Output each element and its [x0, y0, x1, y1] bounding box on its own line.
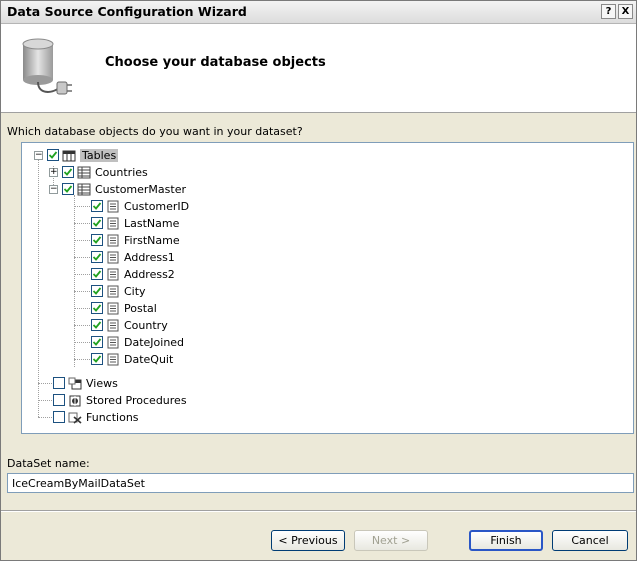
tree-label-column: FirstName [124, 233, 180, 247]
tree-label-tables: Tables [80, 148, 119, 162]
tree-node-column[interactable]: Postal [91, 300, 157, 316]
tree-label-countries: Countries [95, 165, 148, 179]
column-checkbox[interactable] [91, 268, 103, 280]
column-branch [74, 325, 90, 326]
tree-node-views[interactable]: Views [53, 375, 118, 391]
tree-label-column: City [124, 284, 146, 298]
tree-node-stored-procedures[interactable]: Stored Procedures [53, 392, 187, 408]
tree-root-connector [38, 159, 39, 417]
column-checkbox[interactable] [91, 285, 103, 297]
tree-node-column[interactable]: Country [91, 317, 168, 333]
column-icon [106, 285, 120, 298]
tree-label-column: Postal [124, 301, 157, 315]
column-branch [74, 257, 90, 258]
dataset-name-label: DataSet name: [7, 457, 90, 470]
tables-checkbox[interactable] [47, 149, 59, 161]
column-icon [106, 336, 120, 349]
tree-node-column[interactable]: DateQuit [91, 351, 173, 367]
column-checkbox[interactable] [91, 319, 103, 331]
column-branch [74, 308, 90, 309]
tree-label-column: DateQuit [124, 352, 174, 366]
database-objects-tree[interactable]: − Tables + Countries − CustomerMaster Cu… [21, 142, 634, 434]
tree-label-column: LastName [124, 216, 180, 230]
stored-procedures-icon [68, 394, 82, 407]
tree-node-customermaster[interactable]: − CustomerMaster [49, 181, 186, 197]
column-checkbox[interactable] [91, 217, 103, 229]
column-branch [74, 291, 90, 292]
views-checkbox[interactable] [53, 377, 65, 389]
help-icon[interactable]: ? [601, 4, 616, 19]
column-branch [74, 223, 90, 224]
window-title: Data Source Configuration Wizard [7, 4, 247, 19]
column-branch [74, 342, 90, 343]
tree-node-column[interactable]: Address2 [91, 266, 175, 282]
table-icon [77, 166, 91, 179]
column-checkbox[interactable] [91, 200, 103, 212]
column-branch [74, 206, 90, 207]
previous-button[interactable]: < Previous [271, 530, 345, 551]
column-branch [74, 359, 90, 360]
tree-node-tables[interactable]: − Tables [34, 147, 119, 163]
column-icon [106, 217, 120, 230]
stored-procedures-checkbox[interactable] [53, 394, 65, 406]
countries-checkbox[interactable] [62, 166, 74, 178]
column-icon [106, 200, 120, 213]
tree-node-column[interactable]: DateJoined [91, 334, 184, 350]
column-icon [106, 353, 120, 366]
tree-label-customermaster: CustomerMaster [95, 182, 186, 196]
tables-folder-icon [62, 149, 76, 162]
column-icon [106, 234, 120, 247]
tree-views-branch [38, 383, 52, 384]
tree-node-countries[interactable]: + Countries [49, 164, 148, 180]
expand-icon[interactable]: + [49, 167, 58, 177]
button-separator [1, 510, 636, 512]
objects-question-label: Which database objects do you want in yo… [7, 125, 303, 138]
column-icon [106, 302, 120, 315]
column-checkbox[interactable] [91, 353, 103, 365]
functions-icon [68, 411, 82, 424]
column-checkbox[interactable] [91, 234, 103, 246]
title-bar: Data Source Configuration Wizard ? X [1, 1, 636, 24]
customermaster-checkbox[interactable] [62, 183, 74, 195]
wizard-header: Choose your database objects [1, 24, 636, 113]
header-title: Choose your database objects [105, 55, 326, 70]
column-checkbox[interactable] [91, 336, 103, 348]
functions-checkbox[interactable] [53, 411, 65, 423]
finish-button[interactable]: Finish [469, 530, 543, 551]
tree-label-column: Address2 [124, 267, 175, 281]
tree-node-column[interactable]: CustomerID [91, 198, 189, 214]
tree-label-views: Views [86, 376, 118, 390]
column-checkbox[interactable] [91, 302, 103, 314]
collapse-icon[interactable]: − [34, 150, 43, 160]
next-button[interactable]: Next > [354, 530, 428, 551]
tree-node-functions[interactable]: Functions [53, 409, 139, 425]
column-branch [74, 274, 90, 275]
close-icon[interactable]: X [618, 4, 633, 19]
collapse-icon[interactable]: − [49, 184, 58, 194]
tree-label-column: DateJoined [124, 335, 185, 349]
tree-label-column: Country [124, 318, 168, 332]
tree-node-column[interactable]: FirstName [91, 232, 180, 248]
tree-label-column: CustomerID [124, 199, 190, 213]
column-branch [74, 240, 90, 241]
tree-label-column: Address1 [124, 250, 175, 264]
column-checkbox[interactable] [91, 251, 103, 263]
database-icon [21, 38, 73, 100]
cancel-button[interactable]: Cancel [552, 530, 628, 551]
views-folder-icon [68, 377, 82, 390]
tree-label-functions: Functions [86, 410, 139, 424]
column-icon [106, 268, 120, 281]
tree-node-column[interactable]: LastName [91, 215, 179, 231]
tree-label-stored-procedures: Stored Procedures [86, 393, 187, 407]
wizard-window: Data Source Configuration Wizard ? X Cho… [0, 0, 637, 561]
tree-node-column[interactable]: Address1 [91, 249, 175, 265]
tree-sprocs-branch [38, 400, 52, 401]
dataset-name-input[interactable]: IceCreamByMailDataSet [7, 473, 634, 493]
tree-functions-branch [38, 417, 52, 418]
column-icon [106, 319, 120, 332]
column-icon [106, 251, 120, 264]
table-icon [77, 183, 91, 196]
tree-node-column[interactable]: City [91, 283, 146, 299]
